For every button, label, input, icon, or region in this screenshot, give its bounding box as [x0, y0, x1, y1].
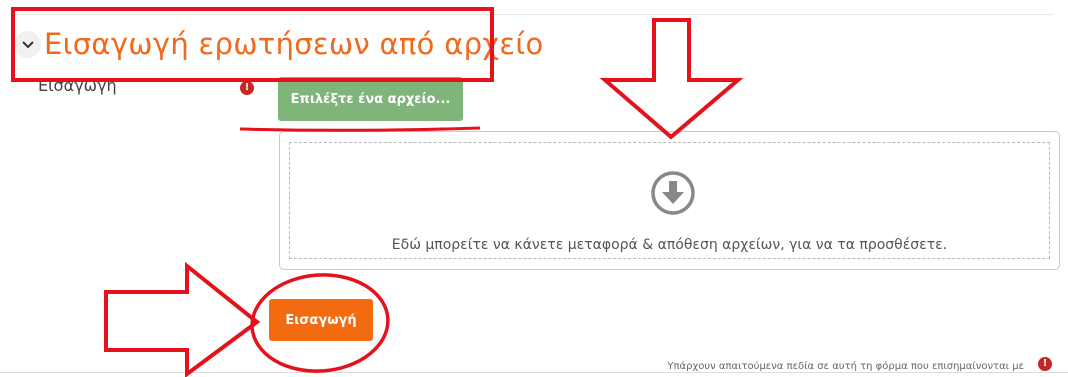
import-button[interactable]: Εισαγωγή — [269, 299, 373, 341]
bottom-divider — [0, 372, 1068, 373]
download-arrow-icon — [651, 171, 695, 215]
import-field-label: Εισαγωγή — [38, 76, 117, 95]
down-arrow-annotation — [599, 18, 744, 140]
required-note-icon: ! — [1038, 357, 1052, 371]
file-dropzone[interactable]: Εδώ μπορείτε να κάνετε μεταφορά & απόθεσ… — [279, 131, 1060, 270]
dropzone-inner: Εδώ μπορείτε να κάνετε μεταφορά & απόθεσ… — [289, 142, 1050, 259]
section-title: Εισαγωγή ερωτήσεων από αρχείο — [44, 27, 544, 61]
dropzone-instructions: Εδώ μπορείτε να κάνετε μεταφορά & απόθεσ… — [391, 237, 948, 253]
required-icon: ! — [240, 81, 254, 95]
chevron-down-icon — [21, 40, 34, 48]
choose-file-button[interactable]: Επιλέξτε ένα αρχείο... — [278, 77, 463, 121]
button-underline-mark — [239, 126, 481, 132]
right-arrow-annotation — [104, 261, 261, 377]
top-divider — [14, 14, 1054, 15]
required-fields-note: Υπάρχουν απαιτούμενα πεδία σε αυτή τη φό… — [667, 361, 1024, 372]
section-collapse-toggle[interactable] — [14, 31, 41, 58]
